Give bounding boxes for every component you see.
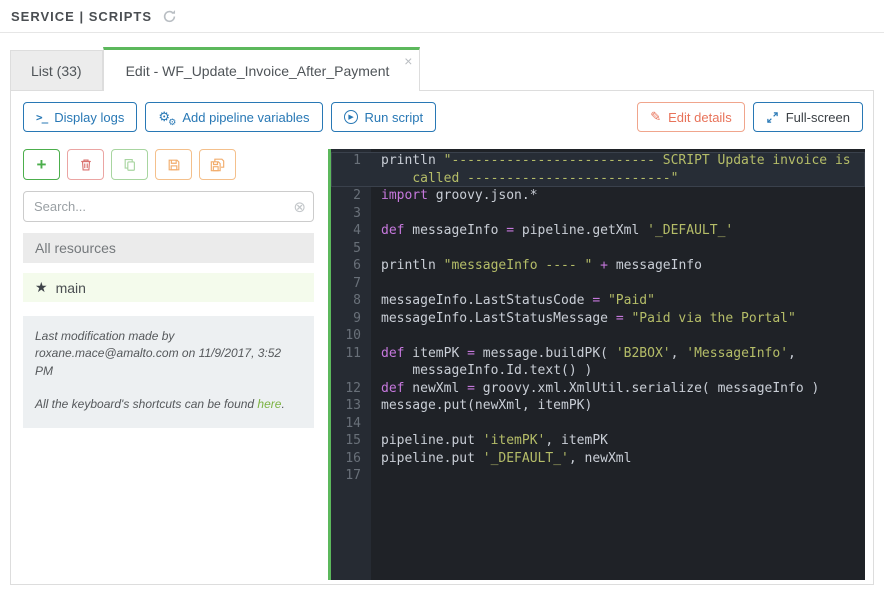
code-editor[interactable]: 1 println "-------------------------- SCR… <box>328 149 865 580</box>
refresh-icon[interactable] <box>162 9 177 24</box>
resource-item-label: main <box>55 279 86 296</box>
resource-sidebar: + Search... ⊗ All resources ★ main Last … <box>21 149 316 580</box>
display-logs-label: Display logs <box>54 109 125 125</box>
code-line[interactable]: 14 <box>331 415 865 433</box>
full-screen-button[interactable]: Full-screen <box>752 102 863 132</box>
code-line[interactable]: 15 pipeline.put 'itemPK', itemPK <box>331 432 865 450</box>
add-resource-button[interactable]: + <box>23 149 60 180</box>
code-line[interactable]: 17 <box>331 467 865 485</box>
add-pipeline-variables-button[interactable]: ⚙ ⚙ Add pipeline variables <box>145 102 323 132</box>
play-circle-icon: ▶ <box>343 110 358 124</box>
delete-resource-button[interactable] <box>67 149 104 180</box>
clear-search-icon[interactable]: ⊗ <box>293 198 306 216</box>
code-line[interactable]: 1 println "-------------------------- SCR… <box>331 152 865 187</box>
code-line[interactable]: 7 <box>331 275 865 293</box>
terminal-icon: >_ <box>36 110 48 124</box>
tab-list-label: List (33) <box>31 62 82 79</box>
save-icon <box>168 159 179 170</box>
code-line[interactable]: 2 import groovy.json.* <box>331 187 865 205</box>
close-icon[interactable]: × <box>404 54 412 68</box>
edit-details-button[interactable]: ✎ Edit details <box>637 102 745 132</box>
shortcuts-note: All the keyboard's shortcuts can be foun… <box>35 397 285 412</box>
run-script-label: Run script <box>364 109 424 125</box>
save-all-icon <box>210 158 225 172</box>
code-line[interactable]: 11 def itemPK = message.buildPK( 'B2BOX',… <box>331 345 865 380</box>
resource-item-main[interactable]: ★ main <box>23 273 314 302</box>
pencil-icon: ✎ <box>650 109 662 124</box>
code-line[interactable]: 5 <box>331 240 865 258</box>
code-line[interactable]: 9 messageInfo.LastStatusMessage = "Paid v… <box>331 310 865 328</box>
resource-list-header: All resources <box>23 233 314 263</box>
tab-list[interactable]: List (33) <box>10 50 103 90</box>
code-line[interactable]: 16 pipeline.put '_DEFAULT_', newXml <box>331 450 865 468</box>
copy-icon <box>124 158 135 171</box>
resource-icon-toolbar: + <box>23 149 316 180</box>
duplicate-resource-button[interactable] <box>111 149 148 180</box>
code-line[interactable]: 4 def messageInfo = pipeline.getXml '_DEF… <box>331 222 865 240</box>
trash-icon <box>80 159 91 170</box>
tab-bar: List (33) Edit - WF_Update_Invoice_After… <box>10 47 874 91</box>
expand-icon <box>766 111 779 124</box>
code-line[interactable]: 12 def newXml = groovy.xml.XmlUtil.serial… <box>331 380 865 398</box>
full-screen-label: Full-screen <box>785 109 850 125</box>
last-modification-note: Last modification made by roxane.mace@am… <box>35 329 282 378</box>
code-line[interactable]: 6 println "messageInfo ---- " + messageIn… <box>331 257 865 275</box>
tab-edit-label: Edit - WF_Update_Invoice_After_Payment <box>125 62 390 79</box>
plus-icon: + <box>36 154 47 174</box>
info-note: Last modification made by roxane.mace@am… <box>23 316 314 428</box>
code-line[interactable]: 10 <box>331 327 865 345</box>
breadcrumb: SERVICE | SCRIPTS <box>11 8 153 24</box>
run-script-button[interactable]: ▶ Run script <box>330 102 437 132</box>
shortcuts-link[interactable]: here <box>257 397 281 411</box>
code-line[interactable]: 8 messageInfo.LastStatusCode = "Paid" <box>331 292 865 310</box>
search-input[interactable] <box>23 191 314 222</box>
save-all-button[interactable] <box>199 149 236 180</box>
add-pipeline-variables-label: Add pipeline variables <box>182 109 310 125</box>
star-icon: ★ <box>35 279 48 295</box>
gears-icon: ⚙ ⚙ <box>158 108 177 127</box>
main-panel: >_ Display logs ⚙ ⚙ Add pipeline variabl… <box>10 90 874 585</box>
code-line[interactable]: 3 <box>331 205 865 223</box>
breadcrumb-bar: SERVICE | SCRIPTS <box>0 0 884 33</box>
code-line[interactable]: 13 message.put(newXml, itemPK) <box>331 397 865 415</box>
search-box: ⊗ <box>23 191 314 222</box>
tab-edit-script[interactable]: Edit - WF_Update_Invoice_After_Payment × <box>102 47 421 91</box>
display-logs-button[interactable]: >_ Display logs <box>23 102 138 132</box>
edit-details-label: Edit details <box>668 109 732 125</box>
save-resource-button[interactable] <box>155 149 192 180</box>
action-toolbar: >_ Display logs ⚙ ⚙ Add pipeline variabl… <box>23 102 863 132</box>
code-lines: 1 println "-------------------------- SCR… <box>331 149 865 485</box>
